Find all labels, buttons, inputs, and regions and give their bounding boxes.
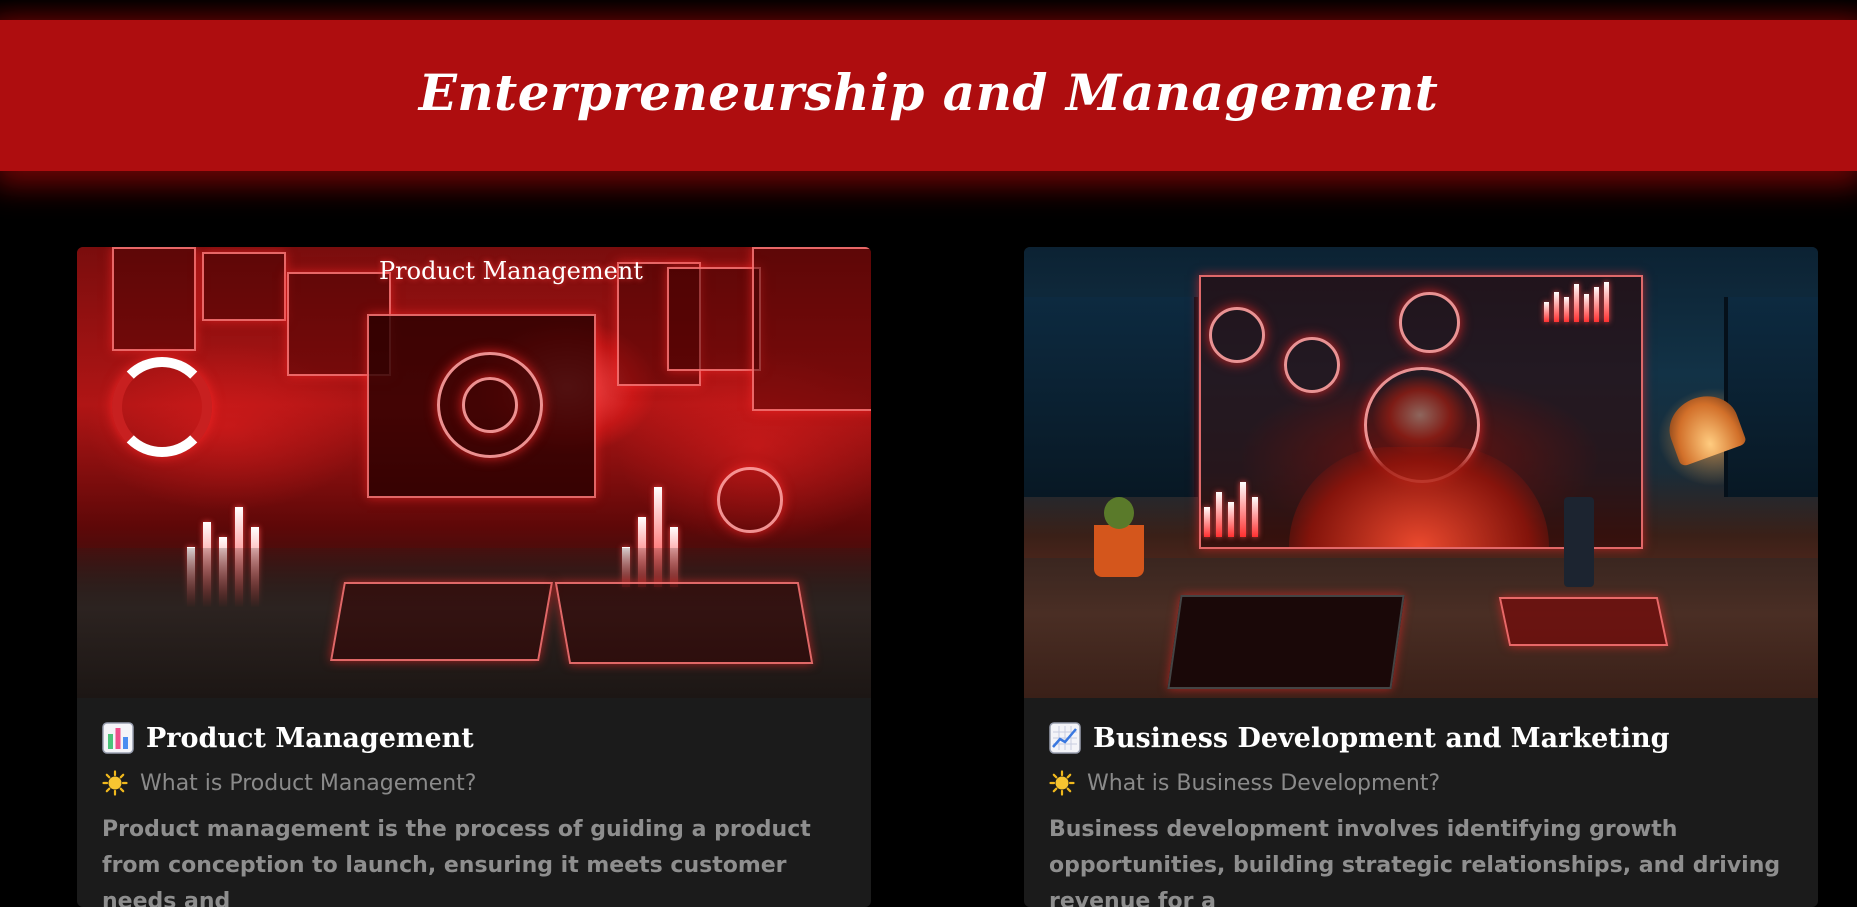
chart-increasing-icon [1049,722,1081,754]
tablet-graphic [1167,595,1405,689]
hologram-ring [1399,292,1460,353]
image-caption: Product Management [379,257,643,285]
pen-holder-graphic [1564,497,1594,587]
phone-graphic [1498,597,1669,646]
card-subtitle-text: What is Business Development? [1087,770,1441,796]
card-body: Business Development and Marketing What … [1024,698,1818,907]
card-subtitle: What is Business Development? [1049,766,1790,800]
page-title: Enterpreneurship and Management [418,63,1439,122]
sun-icon [102,770,128,796]
card-subtitle-text: What is Product Management? [140,770,477,796]
hologram-panel [667,267,761,371]
card-title-text: Product Management [146,722,474,754]
cactus-graphic [1104,497,1134,529]
sun-icon [1049,770,1075,796]
atom-graphic [717,467,783,533]
hologram-ring [462,377,518,433]
card-body: Product Management What is Product Manag… [77,698,871,907]
donut-chart-graphic [112,357,212,457]
card-description: Product management is the process of gui… [102,817,811,907]
card-business-development[interactable]: Business Development and Marketing What … [1024,247,1818,907]
hologram-bar-chart [1544,282,1634,322]
hologram-panel [202,252,286,321]
card-image[interactable] [1024,247,1818,698]
hologram-bar-chart [1204,477,1274,537]
card-subtitle: What is Product Management? [102,766,843,800]
card-title-text: Business Development and Marketing [1093,722,1670,754]
desk-surface [1024,558,1818,698]
page-header-banner: Enterpreneurship and Management [0,20,1857,171]
hologram-ring [1209,307,1265,363]
hologram-panel [112,247,196,351]
tablet-graphic [330,582,553,661]
top-edge [0,0,1857,20]
hologram-panel [752,247,871,411]
card-title[interactable]: Product Management [102,718,843,758]
window-graphic [1724,297,1818,497]
card-description: Business development involves identifyin… [1049,817,1781,907]
hologram-ring [1284,337,1340,393]
window-graphic [1024,297,1198,497]
card-product-management[interactable]: Product Management Product Management Wh… [77,247,871,907]
card-title[interactable]: Business Development and Marketing [1049,718,1790,758]
tablet-graphic [554,582,814,664]
bar-chart-icon [102,722,134,754]
plant-pot-graphic [1094,525,1144,577]
card-image[interactable]: Product Management [77,247,871,698]
